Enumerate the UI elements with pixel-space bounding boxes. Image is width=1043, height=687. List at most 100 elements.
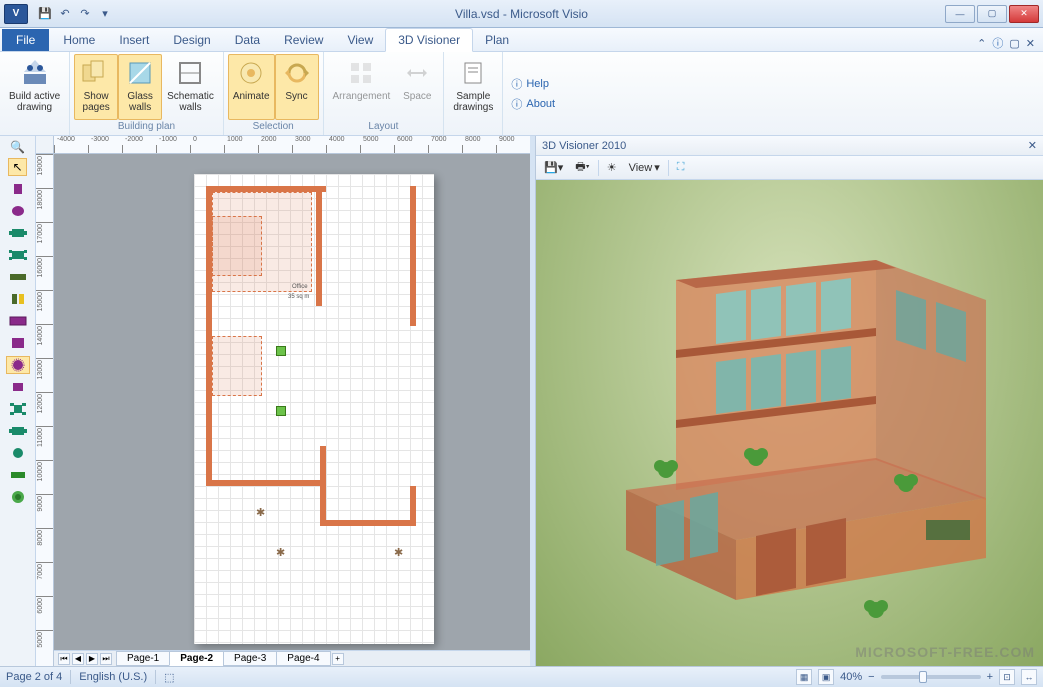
page-tab-bar: ⏮ ◀ ▶ ⏭ Page-1 Page-2 Page-3 Page-4 + (54, 650, 530, 666)
help-link[interactable]: ⓘHelp (511, 76, 555, 92)
stencil-shape-5[interactable] (6, 268, 30, 286)
window-restore-icon[interactable]: ▢ (1009, 37, 1019, 50)
tab-3d-visioner[interactable]: 3D Visioner (385, 28, 473, 52)
sample-drawings-button[interactable]: Sample drawings (448, 54, 498, 131)
stencil-shape-15[interactable] (6, 488, 30, 506)
ruler-vertical: 1900018000170001600015000140001300012000… (36, 154, 54, 666)
page-next-button[interactable]: ▶ (86, 653, 98, 665)
shapes-pointer-icon[interactable]: ↖ (8, 158, 26, 176)
view-fullscreen-button[interactable]: ▣ (818, 669, 834, 685)
visioner-view-button[interactable]: View ▾ (625, 159, 664, 176)
marker-1[interactable] (276, 346, 286, 356)
quick-access-toolbar: 💾 ↶ ↷ ▾ (36, 5, 114, 23)
stencil-shape-7[interactable] (6, 312, 30, 330)
stencil-shape-13[interactable] (6, 444, 30, 462)
stencil-shape-1[interactable] (6, 180, 30, 198)
qat-dropdown-icon[interactable]: ▾ (96, 5, 114, 23)
app-icon[interactable]: V (4, 4, 28, 24)
save-icon[interactable]: 💾 (36, 5, 54, 23)
pages-icon (80, 57, 112, 89)
shapes-search-icon[interactable]: 🔍 (10, 140, 25, 154)
stencil-shape-12[interactable] (6, 422, 30, 440)
zoom-slider[interactable] (881, 675, 981, 679)
stencil-shape-6[interactable] (6, 290, 30, 308)
zoom-in-button[interactable]: + (987, 671, 993, 683)
glass-walls-button[interactable]: Glass walls (118, 54, 162, 120)
sample-icon (457, 57, 489, 89)
animate-button[interactable]: Animate (228, 54, 275, 120)
titlebar: V 💾 ↶ ↷ ▾ Villa.vsd - Microsoft Visio — … (0, 0, 1043, 28)
marker-2[interactable] (276, 406, 286, 416)
plant-3[interactable]: ✱ (394, 546, 408, 560)
stencil-shape-10[interactable] (6, 378, 30, 396)
build-icon (19, 57, 51, 89)
zoom-out-button[interactable]: − (868, 671, 874, 683)
close-button[interactable]: ✕ (1009, 5, 1039, 23)
tab-insert[interactable]: Insert (107, 29, 161, 51)
page-prev-button[interactable]: ◀ (72, 653, 84, 665)
area-label: 35 sq m (288, 294, 309, 300)
visioner-camera-button[interactable]: ☀ (603, 159, 621, 176)
floor-plan: Office 35 sq m ✱ ✱ ✱ (206, 186, 422, 632)
about-link-icon: ⓘ (511, 96, 522, 112)
show-pages-button[interactable]: Show pages (74, 54, 118, 120)
tab-home[interactable]: Home (51, 29, 107, 51)
drawing-canvas[interactable]: Office 35 sq m ✱ ✱ ✱ (54, 154, 530, 650)
stencil-shape-3[interactable] (6, 224, 30, 242)
ruler-corner (36, 136, 54, 154)
macro-record-icon[interactable]: ⬚ (164, 671, 174, 684)
fit-window-button[interactable]: ⊡ (999, 669, 1015, 685)
page-last-button[interactable]: ⏭ (100, 653, 112, 665)
page-tab-4[interactable]: Page-4 (276, 651, 330, 666)
stencil-shape-2[interactable] (6, 202, 30, 220)
stencil-shape-9[interactable] (6, 356, 30, 374)
sync-button[interactable]: Sync (275, 54, 319, 120)
visioner-pane: 3D Visioner 2010 ✕ 💾▾ 🖶▾ ☀ View ▾ ⛶ (535, 136, 1043, 666)
status-language[interactable]: English (U.S.) (79, 671, 147, 683)
selection-group-label: Selection (228, 120, 319, 133)
stencil-shape-4[interactable] (6, 246, 30, 264)
tab-data[interactable]: Data (223, 29, 272, 51)
visioner-save-button[interactable]: 💾▾ (540, 159, 567, 176)
help-icon[interactable]: ⓘ (992, 35, 1003, 51)
add-page-button[interactable]: + (332, 653, 344, 665)
statusbar: Page 2 of 4 English (U.S.) ⬚ ▦ ▣ 40% − +… (0, 666, 1043, 687)
about-link[interactable]: ⓘAbout (511, 96, 555, 112)
schematic-walls-button[interactable]: Schematic walls (162, 54, 219, 120)
tab-view[interactable]: View (335, 29, 385, 51)
ribbon-tabs: File Home Insert Design Data Review View… (0, 28, 1043, 52)
3d-render-view[interactable]: MICROSOFT-FREE.COM (536, 180, 1043, 666)
visioner-print-button[interactable]: 🖶▾ (571, 156, 593, 179)
plant-2[interactable]: ✱ (276, 546, 290, 560)
window-close-icon[interactable]: ✕ (1026, 37, 1035, 50)
tab-review[interactable]: Review (272, 29, 335, 51)
tab-plan[interactable]: Plan (473, 29, 521, 51)
switch-window-button[interactable]: ↔ (1021, 669, 1037, 685)
page-first-button[interactable]: ⏮ (58, 653, 70, 665)
tab-design[interactable]: Design (161, 29, 222, 51)
maximize-button[interactable]: ▢ (977, 5, 1007, 23)
page-tab-1[interactable]: Page-1 (116, 651, 170, 666)
drawing-page[interactable]: Office 35 sq m ✱ ✱ ✱ (194, 174, 434, 644)
visioner-target-button[interactable]: ⛶ (673, 159, 689, 176)
redo-icon[interactable]: ↷ (76, 5, 94, 23)
undo-icon[interactable]: ↶ (56, 5, 74, 23)
zoom-level[interactable]: 40% (840, 671, 862, 683)
view-normal-button[interactable]: ▦ (796, 669, 812, 685)
visioner-close-button[interactable]: ✕ (1028, 139, 1037, 152)
sync-icon (281, 57, 313, 89)
stencil-shape-8[interactable] (6, 334, 30, 352)
window-title: Villa.vsd - Microsoft Visio (455, 7, 588, 21)
watermark: MICROSOFT-FREE.COM (855, 644, 1035, 660)
layout-group-label: Layout (328, 120, 440, 133)
build-active-drawing-button[interactable]: Build active drawing (4, 54, 65, 131)
page-tab-2[interactable]: Page-2 (169, 651, 224, 666)
page-tab-3[interactable]: Page-3 (223, 651, 277, 666)
ribbon-minimize-icon[interactable]: ⌃ (977, 37, 986, 50)
file-tab[interactable]: File (2, 29, 49, 51)
plant-1[interactable]: ✱ (256, 506, 270, 520)
stencil-shape-14[interactable] (6, 466, 30, 484)
minimize-button[interactable]: — (945, 5, 975, 23)
ruler-horizontal: -4000-3000-2000-100001000200030004000500… (54, 136, 530, 154)
stencil-shape-11[interactable] (6, 400, 30, 418)
